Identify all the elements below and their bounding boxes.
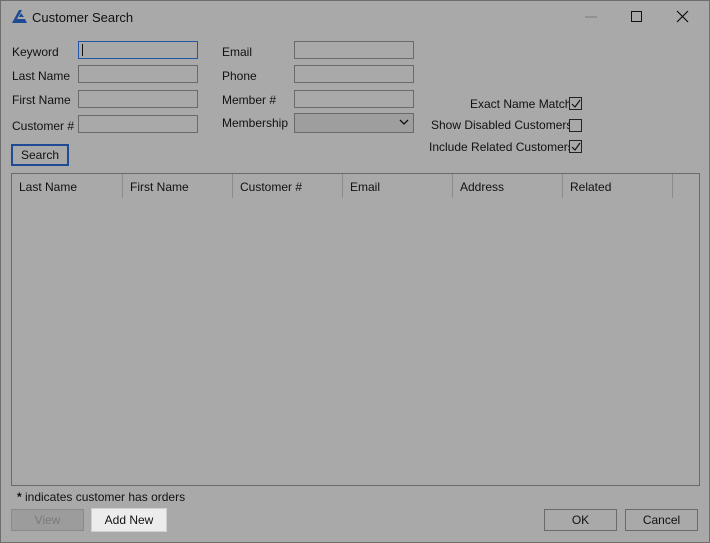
window-title: Customer Search: [32, 10, 134, 25]
close-button[interactable]: [661, 1, 707, 33]
customer-number-label: Customer #: [12, 119, 75, 133]
email-label: Email: [222, 45, 253, 59]
keyword-label: Keyword: [12, 45, 59, 59]
column-header-address[interactable]: Address: [453, 174, 563, 198]
column-header-email[interactable]: Email: [343, 174, 453, 198]
column-header-last-name[interactable]: Last Name: [12, 174, 123, 198]
app-logo-icon: [12, 10, 27, 23]
email-input[interactable]: [294, 41, 414, 59]
customer-number-input[interactable]: [78, 115, 198, 133]
cancel-button[interactable]: Cancel: [625, 509, 698, 531]
checkmark-icon: [571, 99, 581, 108]
maximize-button[interactable]: [615, 1, 661, 33]
first-name-label: First Name: [12, 93, 71, 107]
first-name-input[interactable]: [78, 90, 198, 108]
title-bar[interactable]: Customer Search: [1, 1, 709, 33]
column-header-customer-number[interactable]: Customer #: [233, 174, 343, 198]
keyword-input[interactable]: [78, 41, 198, 59]
exact-name-match-label: Exact Name Match: [470, 97, 572, 111]
close-icon: [676, 10, 689, 23]
membership-label: Membership: [222, 116, 289, 130]
show-disabled-customers-label: Show Disabled Customers: [431, 118, 573, 132]
chevron-down-icon: [399, 119, 409, 125]
include-related-customers-checkbox[interactable]: [569, 140, 582, 153]
search-button[interactable]: Search: [11, 144, 69, 166]
column-header-first-name[interactable]: First Name: [123, 174, 233, 198]
view-button[interactable]: View: [11, 509, 84, 531]
add-new-button[interactable]: Add New: [91, 508, 167, 532]
last-name-label: Last Name: [12, 69, 71, 83]
orders-legend-note: * indicates customer has orders: [17, 490, 185, 504]
checkmark-icon: [571, 142, 581, 151]
orders-note-text: indicates customer has orders: [21, 490, 186, 504]
text-caret: [82, 44, 83, 56]
minimize-icon: [585, 16, 597, 18]
last-name-input[interactable]: [78, 65, 198, 83]
maximize-icon: [631, 11, 642, 22]
show-disabled-customers-checkbox[interactable]: [569, 119, 582, 132]
member-number-input[interactable]: [294, 90, 414, 108]
member-number-label: Member #: [222, 93, 277, 107]
exact-name-match-checkbox[interactable]: [569, 97, 582, 110]
phone-label: Phone: [222, 69, 257, 83]
column-header-related[interactable]: Related: [563, 174, 673, 198]
grid-header: Last Name First Name Customer # Email Ad…: [12, 174, 699, 200]
membership-select[interactable]: [294, 113, 414, 133]
customer-search-window: Customer Search Keyword Last Name First …: [0, 0, 710, 543]
ok-button[interactable]: OK: [544, 509, 617, 531]
phone-input[interactable]: [294, 65, 414, 83]
results-grid[interactable]: Last Name First Name Customer # Email Ad…: [11, 173, 700, 486]
minimize-button[interactable]: [569, 1, 615, 33]
include-related-customers-label: Include Related Customers: [429, 140, 574, 154]
